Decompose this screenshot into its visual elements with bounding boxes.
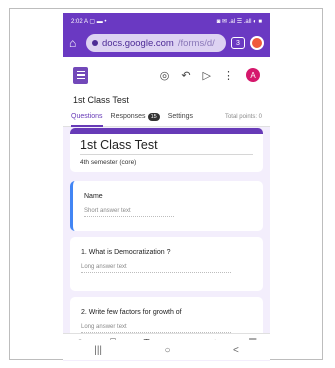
lock-icon	[92, 40, 98, 46]
url-path: /forms/d/	[177, 37, 215, 49]
long-answer-placeholder: Long answer text	[81, 264, 231, 273]
address-field[interactable]: docs.google.com/forms/d/	[86, 34, 226, 52]
question-title[interactable]: 1. What is Democratization ?	[81, 249, 252, 256]
avatar[interactable]: A	[246, 68, 260, 82]
question-card-1[interactable]: 1. What is Democratization ? Long answer…	[70, 237, 263, 291]
home-icon[interactable]: ⌂	[69, 37, 81, 49]
form-toolbar: ◎ ↶ ▷ ⋮ A	[63, 57, 270, 93]
status-time: 2:02 A ▢ ▬ •	[71, 18, 107, 25]
more-options-icon[interactable]: ⋮	[223, 69, 234, 82]
android-nav-bar: ||| ○ <	[63, 340, 270, 360]
forms-logo-icon[interactable]	[73, 66, 88, 84]
phone-screen: 2:02 A ▢ ▬ • ◙ ✉ .al ☰ .all ◐ ■ ⌂ docs.g…	[63, 13, 270, 361]
long-answer-placeholder: Long answer text	[81, 324, 231, 333]
recent-apps-icon[interactable]: |||	[94, 345, 102, 356]
short-answer-placeholder: Short answer text	[84, 208, 174, 217]
tab-questions[interactable]: Questions	[71, 107, 103, 127]
tabs-count-button[interactable]: 3	[231, 37, 245, 49]
form-tabs: Questions Responses 15 Settings Total poi…	[63, 107, 270, 127]
form-description[interactable]: 4th semester (core)	[80, 159, 253, 166]
question-card-name[interactable]: Name Short answer text	[70, 181, 263, 231]
home-button-icon[interactable]: ○	[164, 345, 170, 356]
status-bar: 2:02 A ▢ ▬ • ◙ ✉ .al ☰ .all ◐ ■	[63, 13, 270, 29]
back-icon[interactable]: <	[233, 345, 239, 356]
form-title-card[interactable]: 1st Class Test 4th semester (core)	[70, 128, 263, 172]
question-title[interactable]: Name	[84, 193, 252, 200]
browser-menu-icon[interactable]	[250, 36, 264, 50]
tab-responses[interactable]: Responses 15	[111, 112, 160, 121]
undo-icon[interactable]: ↶	[181, 69, 190, 82]
palette-icon[interactable]: ◎	[160, 69, 170, 82]
question-title[interactable]: 2. Write few factors for growth of	[81, 309, 252, 316]
url-domain: docs.google.com	[102, 37, 174, 49]
tab-settings[interactable]: Settings	[168, 113, 193, 120]
form-title[interactable]: 1st Class Test	[80, 138, 253, 155]
status-icons: ◙ ✉ .al ☰ .all ◐ ■	[216, 18, 262, 25]
responses-count-badge: 15	[147, 112, 160, 121]
send-icon[interactable]: ▷	[203, 69, 211, 82]
form-name: 1st Class Test	[63, 93, 270, 107]
total-points: Total points: 0	[224, 113, 262, 120]
browser-url-bar: ⌂ docs.google.com/forms/d/ 3	[63, 29, 270, 57]
